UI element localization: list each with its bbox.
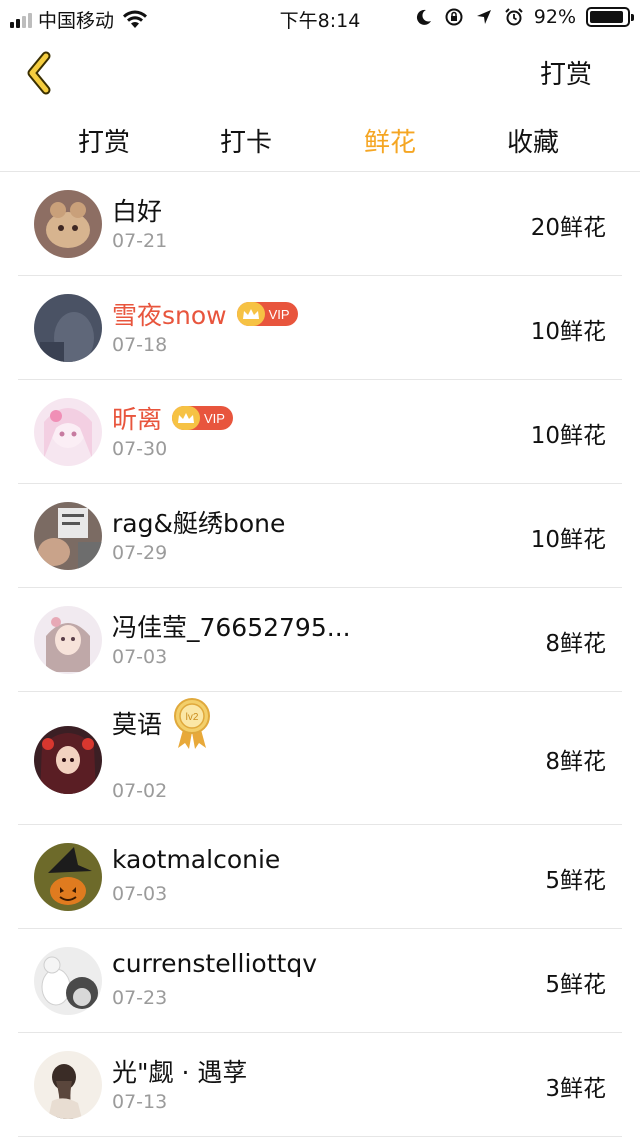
user-name: 白好 (112, 197, 163, 226)
avatar[interactable] (34, 294, 102, 362)
battery-percent: 92% (533, 6, 576, 28)
tab-reward[interactable]: 打赏 (78, 122, 130, 159)
date: 07-23 (112, 987, 168, 1009)
back-button[interactable] (20, 50, 64, 96)
name-line: 雪夜snow VIP (112, 296, 298, 332)
user-name: 光"觑 · 遇莩 (112, 1058, 248, 1087)
tab-favorites[interactable]: 收藏 (507, 122, 559, 159)
flower-amount: 10鲜花 (530, 423, 606, 449)
avatar[interactable] (34, 726, 102, 794)
date: 07-21 (112, 230, 168, 252)
medal-label: lv2 (186, 712, 199, 723)
tab-flowers[interactable]: 鲜花 (364, 122, 416, 159)
user-name: 莫语 (112, 710, 163, 739)
avatar[interactable] (34, 606, 102, 674)
list-item[interactable]: kaotmalconie 07-03 5鲜花 (18, 825, 622, 929)
nav-bar: 打赏 (0, 36, 640, 110)
flower-amount: 8鲜花 (545, 631, 606, 657)
avatar[interactable] (34, 1051, 102, 1119)
crown-icon (236, 302, 265, 326)
avatar[interactable] (34, 843, 102, 911)
vip-badge: VIP (236, 302, 298, 326)
user-name: currenstelliottqv (112, 949, 317, 978)
flower-amount: 5鲜花 (545, 868, 606, 894)
date: 07-13 (112, 1091, 168, 1113)
flower-amount: 8鲜花 (545, 749, 606, 775)
date: 07-30 (112, 438, 168, 460)
name-line: 昕离 VIP (112, 400, 233, 436)
date: 07-02 (112, 780, 168, 802)
flower-amount: 3鲜花 (545, 1076, 606, 1102)
vip-label: VIP (204, 410, 225, 426)
user-name: 昕离 (112, 405, 163, 434)
vip-label: VIP (268, 306, 290, 322)
rotation-lock-icon (445, 8, 463, 26)
battery-fill (590, 11, 624, 23)
reward-button[interactable]: 打赏 (540, 54, 592, 91)
flower-amount: 10鲜花 (530, 319, 606, 345)
list-item[interactable]: 莫语 lv2 07-02 8鲜花 (18, 692, 622, 825)
chevron-left-icon (27, 51, 51, 95)
date: 07-03 (112, 883, 168, 905)
vip-badge: VIP (172, 406, 233, 430)
name-line: 莫语 lv2 (112, 696, 212, 750)
date: 07-29 (112, 542, 168, 564)
moon-icon (416, 9, 431, 25)
avatar[interactable] (34, 502, 102, 570)
flower-amount: 5鲜花 (545, 972, 606, 998)
user-name: 雪夜snow (112, 301, 227, 330)
avatar[interactable] (34, 398, 102, 466)
status-right: 92% (414, 6, 634, 28)
user-name: 冯佳莹_76652795... (112, 613, 351, 642)
name-line: rag&艇绣bone (112, 504, 285, 540)
list-item[interactable]: 白好 07-21 20鲜花 (18, 172, 622, 276)
name-line: currenstelliottqv (112, 949, 317, 978)
name-line: 冯佳莹_76652795... (112, 608, 351, 644)
avatar[interactable] (34, 190, 102, 258)
avatar[interactable] (34, 947, 102, 1015)
user-name: kaotmalconie (112, 845, 281, 874)
flower-list: 白好 07-21 20鲜花 雪夜snow VIP 07-18 10鲜花 昕离 V… (0, 172, 640, 1137)
tab-checkin[interactable]: 打卡 (220, 122, 272, 159)
name-line: kaotmalconie (112, 845, 280, 874)
tab-bar: 打赏 打卡 鲜花 收藏 (0, 110, 640, 172)
name-line: 光"觑 · 遇莩 (112, 1053, 247, 1089)
user-name: rag&艇绣bone (112, 509, 286, 538)
flower-amount: 10鲜花 (530, 527, 606, 553)
medal-icon: lv2 (174, 698, 211, 749)
list-item[interactable]: 雪夜snow VIP 07-18 10鲜花 (18, 276, 622, 380)
crown-icon (172, 406, 201, 430)
flower-amount: 20鲜花 (530, 215, 606, 241)
date: 07-03 (112, 646, 168, 668)
name-line: 白好 (112, 192, 162, 228)
list-item[interactable]: 冯佳莹_76652795... 07-03 8鲜花 (18, 588, 622, 692)
location-icon (476, 10, 491, 24)
battery-icon (586, 7, 634, 27)
list-item[interactable]: 昕离 VIP 07-30 10鲜花 (18, 380, 622, 484)
alarm-icon (505, 8, 523, 26)
list-item[interactable]: rag&艇绣bone 07-29 10鲜花 (18, 484, 622, 588)
list-item[interactable]: 光"觑 · 遇莩 07-13 3鲜花 (18, 1033, 622, 1137)
list-item[interactable]: currenstelliottqv 07-23 5鲜花 (18, 929, 622, 1033)
date: 07-18 (112, 334, 168, 356)
status-bar: 中国移动 下午8:14 92% (0, 0, 640, 36)
